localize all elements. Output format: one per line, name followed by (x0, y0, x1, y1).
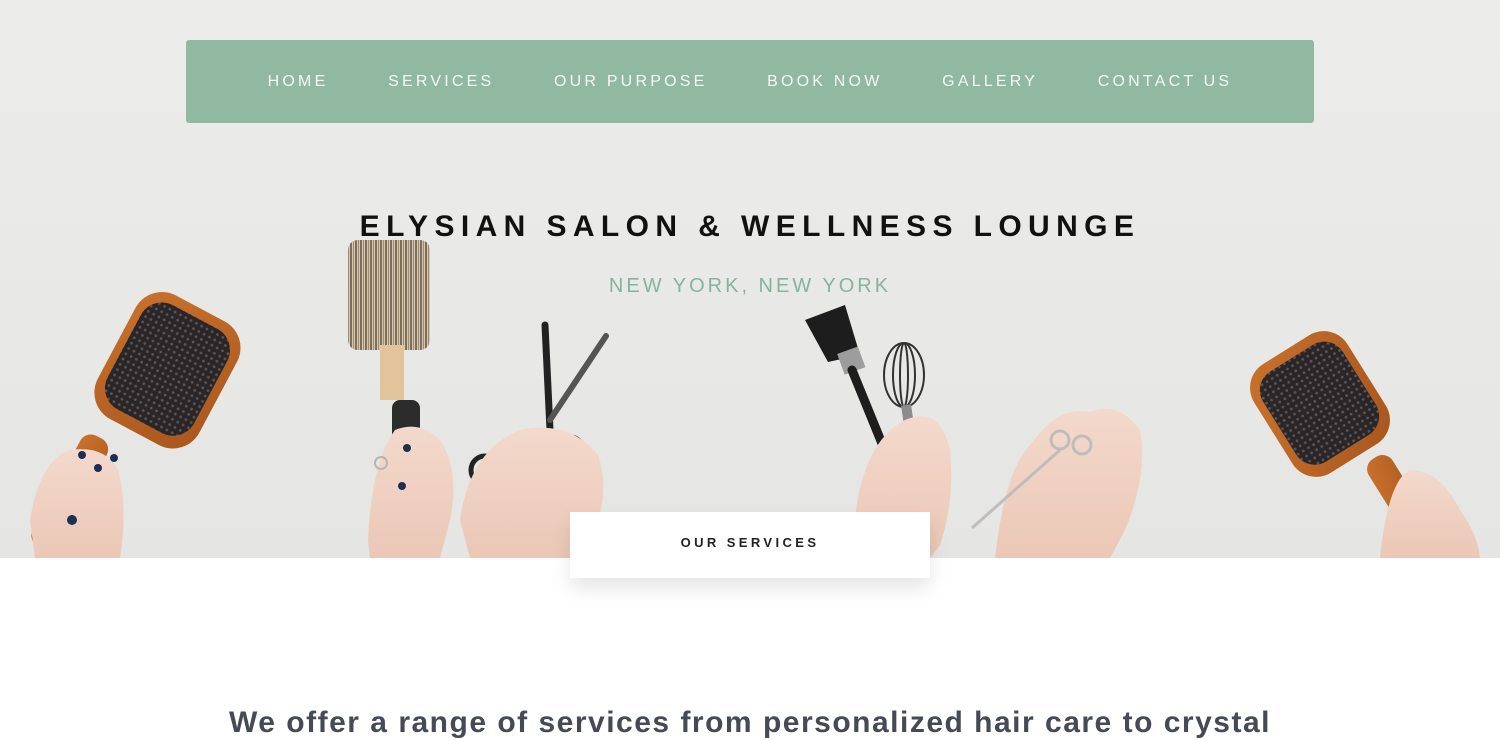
services-intro-text: We offer a range of services from person… (229, 706, 1271, 739)
nav-item-gallery[interactable]: GALLERY (942, 73, 1038, 91)
nav-item-services[interactable]: SERVICES (388, 73, 494, 91)
site-location: NEW YORK, NEW YORK (608, 275, 892, 297)
our-services-tab: OUR SERVICES (570, 512, 930, 578)
main-navigation: HOME SERVICES OUR PURPOSE BOOK NOW GALLE… (186, 40, 1314, 123)
nav-item-contact-us[interactable]: CONTACT US (1098, 73, 1233, 91)
our-services-heading: OUR SERVICES (680, 535, 820, 550)
nav-item-book-now[interactable]: BOOK NOW (767, 73, 882, 91)
nav-item-our-purpose[interactable]: OUR PURPOSE (554, 73, 707, 91)
nav-item-home[interactable]: HOME (268, 73, 329, 91)
site-title: ELYSIAN SALON & WELLNESS LOUNGE (359, 210, 1141, 243)
